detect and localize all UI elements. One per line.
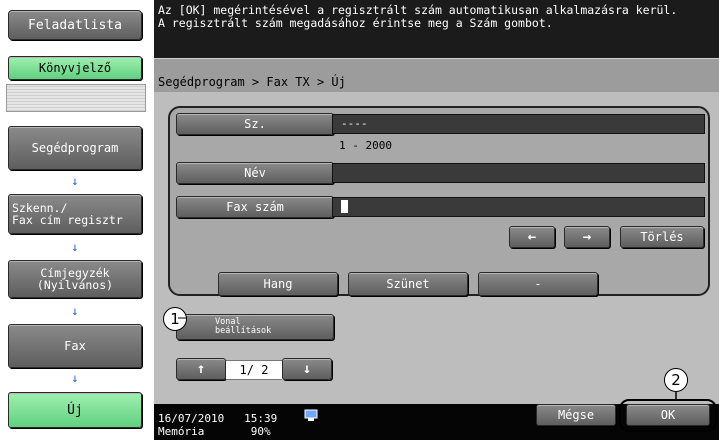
bookmark-button[interactable]: Könyvjelző: [8, 56, 142, 80]
network-icon: [304, 407, 318, 421]
name-field[interactable]: [332, 163, 705, 183]
cancel-button[interactable]: Mégse: [536, 404, 616, 426]
arrow-down-icon: ↓: [71, 240, 79, 254]
dash-button[interactable]: -: [478, 272, 598, 296]
line-settings-button[interactable]: Vonal beállítások: [176, 314, 334, 340]
cursor-right-button[interactable]: →: [564, 226, 610, 248]
left-navigation: Feladatlista Könyvjelző Segédprogram ↓ S…: [0, 0, 152, 440]
delete-button[interactable]: Törlés: [620, 226, 704, 248]
scan-fax-register-step-button[interactable]: Szkenn./ Fax cím regisztr: [8, 194, 142, 234]
fax-number-field[interactable]: [332, 197, 705, 217]
number-range-label: 1 - 2000: [339, 139, 392, 152]
arrow-down-icon: ↓: [71, 371, 79, 385]
cursor-left-button[interactable]: ←: [509, 226, 555, 248]
utility-step-button[interactable]: Segédprogram: [8, 126, 142, 170]
arrow-down-icon: ↓: [71, 174, 79, 188]
address-book-step-button[interactable]: Címjegyzék (Nyilvános): [8, 260, 142, 298]
text-cursor: [341, 199, 348, 213]
page-indicator: 1/ 2: [226, 360, 282, 380]
instruction-message: Az [OK] megérintésével a regisztrált szá…: [158, 4, 716, 30]
nav-divider: [6, 84, 146, 112]
callout-marker: 1: [163, 307, 187, 331]
job-list-button[interactable]: Feladatlista: [8, 10, 142, 40]
name-button[interactable]: Név: [176, 162, 334, 184]
tone-button[interactable]: Hang: [218, 272, 338, 296]
number-field[interactable]: ----: [332, 114, 705, 134]
message-line-2: A regisztrált szám megadásához érintse m…: [158, 16, 553, 30]
callout-marker: 2: [664, 368, 688, 392]
fax-step-button[interactable]: Fax: [8, 324, 142, 368]
status-memory: Memória 90%: [158, 425, 271, 438]
page-up-button[interactable]: ↑: [176, 358, 226, 380]
ok-highlight-ring: [619, 399, 717, 432]
page-down-button[interactable]: ↓: [282, 358, 332, 380]
status-datetime: 16/07/2010 15:39: [158, 412, 278, 425]
arrow-down-icon: ↓: [71, 304, 79, 318]
breadcrumb: Segédprogram > Fax TX > Új: [158, 75, 346, 89]
new-step-button[interactable]: Új: [8, 392, 142, 428]
number-button[interactable]: Sz.: [176, 113, 334, 135]
fax-number-button[interactable]: Fax szám: [176, 196, 334, 218]
pause-button[interactable]: Szünet: [348, 272, 468, 296]
